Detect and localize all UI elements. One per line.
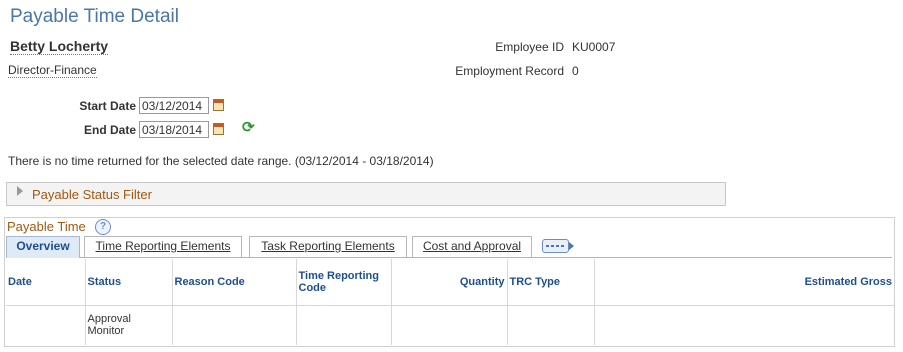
start-date-label: Start Date (79, 99, 136, 113)
expand-arrow-icon[interactable] (17, 186, 23, 196)
cell-reason-code (172, 305, 297, 345)
show-all-columns-icon[interactable] (542, 239, 574, 253)
cell-estimated-gross (594, 305, 894, 345)
tab-label: Time Reporting Elements (95, 239, 231, 253)
column-header-status: Status (85, 259, 173, 306)
tab-label: Task Reporting Elements (261, 239, 395, 253)
column-header-reason-code: Reason Code (172, 259, 297, 306)
calendar-icon[interactable] (213, 99, 224, 111)
refresh-icon[interactable]: ⟳ (242, 118, 255, 136)
tab-strip-divider (6, 257, 892, 258)
column-header-time-reporting-code: Time Reporting Code (296, 259, 392, 306)
cell-trc-type (507, 305, 595, 345)
payable-time-title: Payable Time (7, 219, 86, 234)
column-header-trc-type: TRC Type (507, 259, 595, 306)
page-title: Payable Time Detail (10, 6, 179, 27)
employment-record-value: 0 (572, 64, 579, 78)
payable-status-filter-title[interactable]: Payable Status Filter (32, 187, 152, 202)
column-header-date: Date (6, 259, 86, 306)
start-date-input[interactable] (139, 97, 209, 114)
tab-label: Overview (16, 239, 70, 253)
employee-id-label: Employee ID (495, 40, 564, 54)
column-header-estimated-gross: Estimated Gross (594, 259, 894, 306)
tab-time-reporting-elements[interactable]: Time Reporting Elements (84, 236, 242, 257)
no-data-message: There is no time returned for the select… (8, 154, 434, 168)
employee-job-title: Director-Finance (8, 63, 97, 78)
tab-cost-and-approval[interactable]: Cost and Approval (412, 236, 532, 257)
tab-label: Cost and Approval (422, 239, 522, 253)
payable-time-table: Date Status Reason Code Time Reporting C… (6, 259, 894, 345)
tab-overview[interactable]: Overview (6, 236, 80, 258)
tab-task-reporting-elements[interactable]: Task Reporting Elements (249, 236, 407, 257)
employee-id-value: KU0007 (572, 40, 616, 54)
employment-record-label: Employment Record (455, 64, 564, 78)
end-date-label: End Date (83, 123, 136, 137)
table-row: Approval Monitor (6, 305, 894, 345)
end-date-input[interactable] (139, 121, 209, 138)
calendar-icon[interactable] (213, 123, 224, 135)
cell-quantity (391, 305, 508, 345)
employee-name: Betty Locherty (10, 38, 109, 55)
cell-status: Approval Monitor (85, 305, 173, 345)
cell-date (6, 305, 86, 345)
table-header-row: Date Status Reason Code Time Reporting C… (6, 259, 894, 306)
cell-time-reporting-code (296, 305, 392, 345)
column-header-quantity: Quantity (391, 259, 508, 306)
help-icon[interactable]: ? (95, 219, 111, 235)
